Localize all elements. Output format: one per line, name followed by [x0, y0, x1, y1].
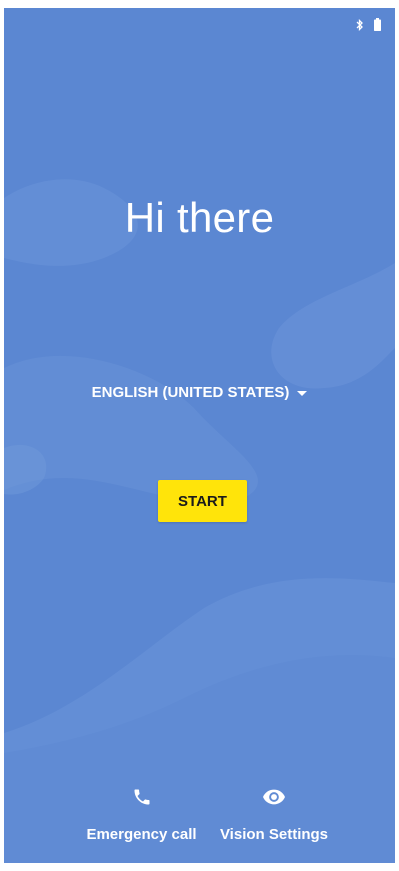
setup-wizard-screen: Hi there ENGLISH (UNITED STATES) START E… — [4, 8, 395, 863]
bluetooth-icon — [356, 18, 363, 31]
eye-icon — [263, 789, 285, 805]
language-selector[interactable]: ENGLISH (UNITED STATES) — [4, 384, 395, 401]
welcome-title: Hi there — [124, 194, 275, 241]
dropdown-arrow-icon — [297, 391, 308, 396]
language-label: ENGLISH (UNITED STATES) — [91, 384, 290, 401]
background-clouds — [4, 179, 395, 863]
vision-settings-label: Vision Settings — [219, 826, 329, 843]
battery-icon — [374, 18, 381, 31]
status-bar — [356, 18, 381, 31]
phone-icon — [134, 789, 149, 805]
start-button[interactable]: START — [158, 480, 247, 522]
vision-settings-button[interactable]: Vision Settings — [216, 783, 332, 843]
emergency-call-label: Emergency call — [86, 826, 197, 843]
emergency-call-button[interactable]: Emergency call — [84, 783, 199, 843]
